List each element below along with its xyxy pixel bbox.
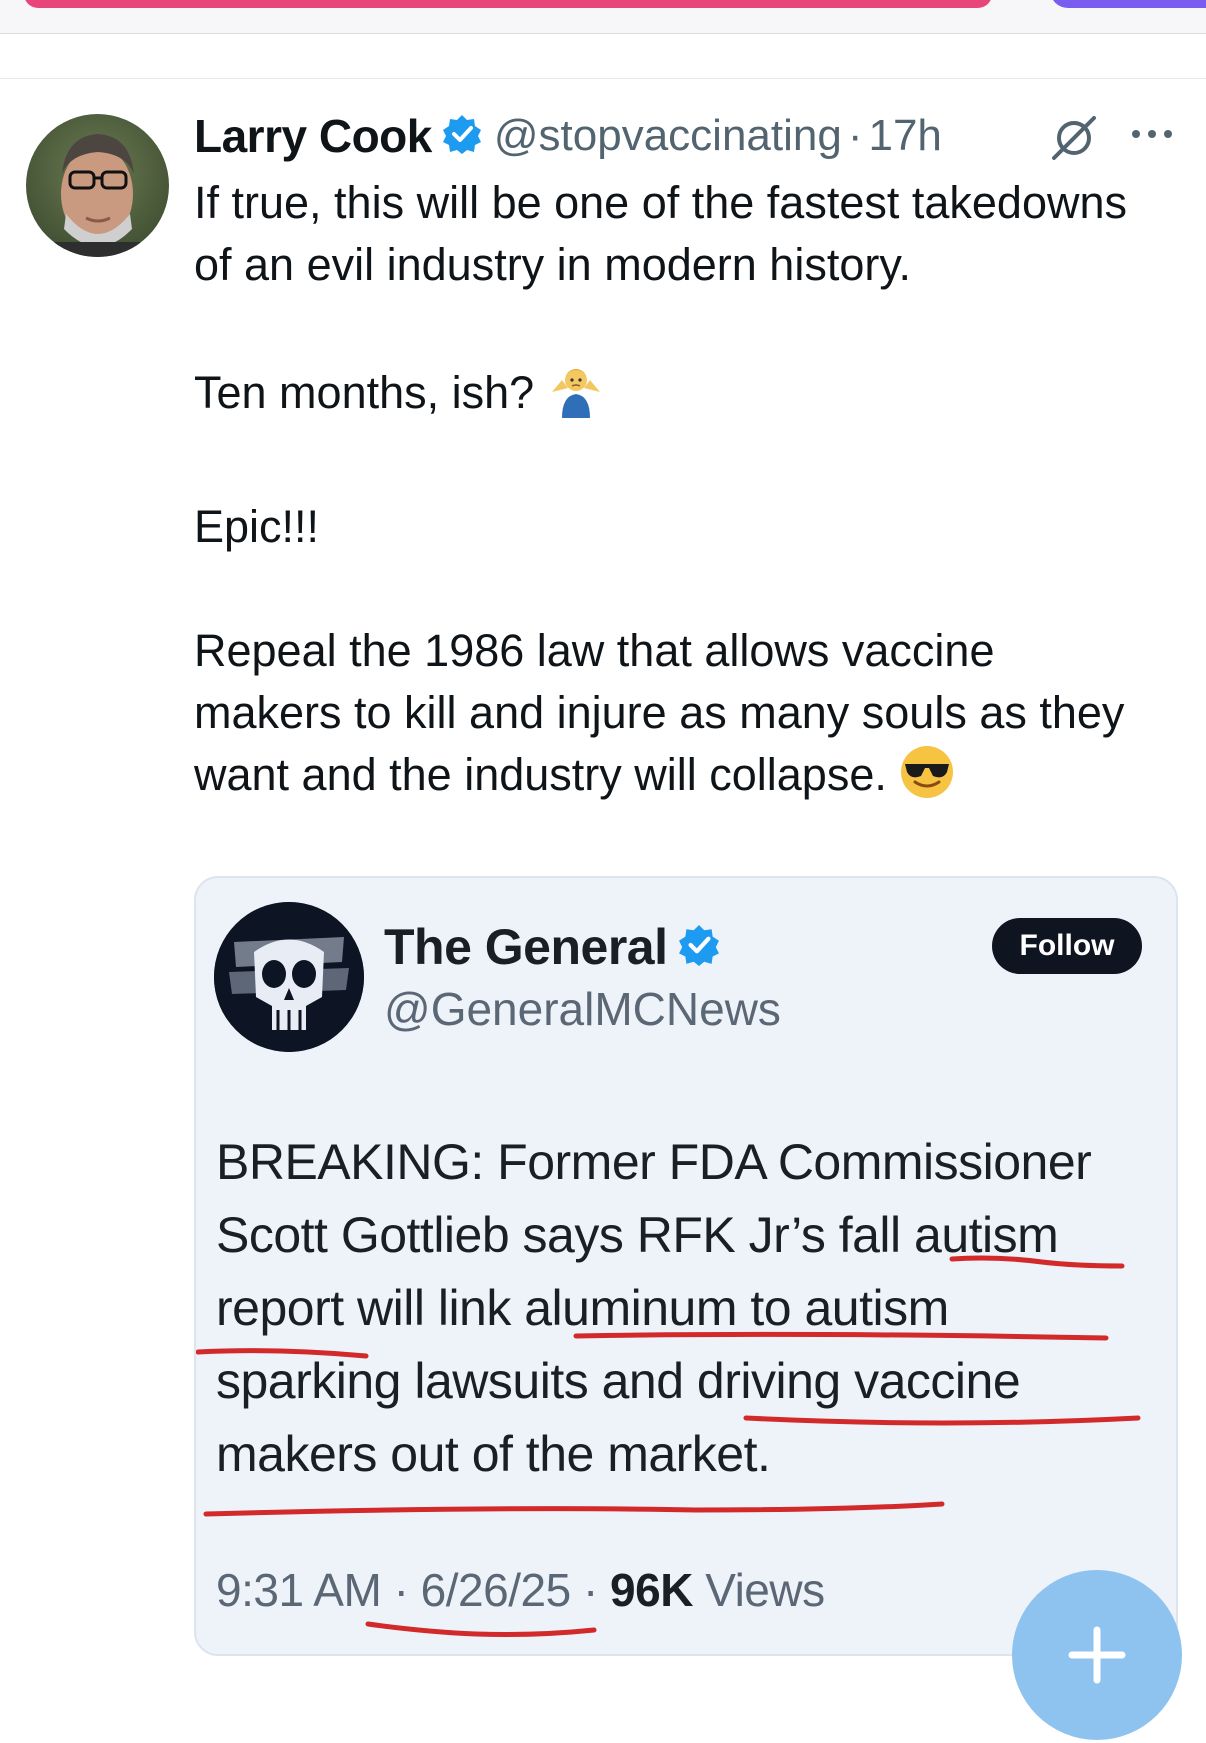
more-options-icon[interactable] [1128, 126, 1176, 147]
person-shrugging-emoji [546, 358, 606, 434]
author-name[interactable]: Larry Cook [194, 109, 432, 163]
quoted-text-line: report will link aluminum to autism [216, 1280, 949, 1336]
author-handle[interactable]: @stopvaccinating [494, 111, 842, 161]
separator-dot: · [582, 1564, 598, 1616]
post-text: If true, this will be one of the fastest… [194, 172, 1134, 816]
smiling-face-with-sunglasses-emoji [899, 744, 955, 816]
quoted-post-date: 6/26/25 [420, 1564, 571, 1616]
divider [0, 78, 1206, 79]
post-paragraph: Repeal the 1986 law that allows vaccine … [194, 620, 1134, 816]
quoted-post-card[interactable]: The General @GeneralMCNews Follow BREAKI… [194, 876, 1178, 1656]
quoted-author-avatar[interactable] [214, 902, 364, 1052]
quoted-header: The General [384, 918, 732, 976]
quoted-author-handle[interactable]: @GeneralMCNews [384, 982, 781, 1036]
quoted-post-text: BREAKING: Former FDA Commissioner Scott … [216, 1126, 1166, 1491]
verified-badge-icon [678, 924, 720, 971]
plus-icon [1068, 1626, 1126, 1684]
quoted-post-time: 9:31 AM [216, 1564, 382, 1616]
views-label: Views [705, 1564, 825, 1616]
quoted-text-line: makers out of the market. [216, 1426, 771, 1482]
compose-button[interactable] [1012, 1570, 1182, 1740]
grok-icon[interactable] [1050, 114, 1098, 167]
post-paragraph: Ten months, ish? [194, 358, 1134, 434]
post-paragraph: If true, this will be one of the fastest… [194, 177, 1128, 290]
post-paragraph: Epic!!! [194, 501, 320, 552]
quoted-text-line: BREAKING: Former FDA Commissioner [216, 1134, 1092, 1190]
quoted-text-line: Scott Gottlieb says RFK Jr’s fall autism [216, 1207, 1059, 1263]
follow-button[interactable]: Follow [992, 918, 1142, 974]
quoted-post-meta: 9:31 AM · 6/26/25 · 96K Views [216, 1563, 825, 1617]
post-time[interactable]: 17h [868, 111, 941, 161]
top-purple-button[interactable] [1050, 0, 1206, 8]
separator-dot: · [847, 111, 863, 160]
top-pink-button[interactable] [24, 0, 992, 8]
top-bar [0, 0, 1206, 34]
separator-dot: · [393, 1564, 409, 1616]
verified-badge-icon [442, 114, 482, 159]
quoted-text-line: sparking lawsuits and driving vaccine [216, 1353, 1021, 1409]
views-count: 96K [610, 1564, 693, 1616]
author-avatar[interactable] [26, 114, 169, 257]
quoted-author-name[interactable]: The General [384, 918, 668, 976]
post-header: Larry Cook @stopvaccinating · 17h [194, 106, 942, 166]
divider [0, 33, 1206, 34]
